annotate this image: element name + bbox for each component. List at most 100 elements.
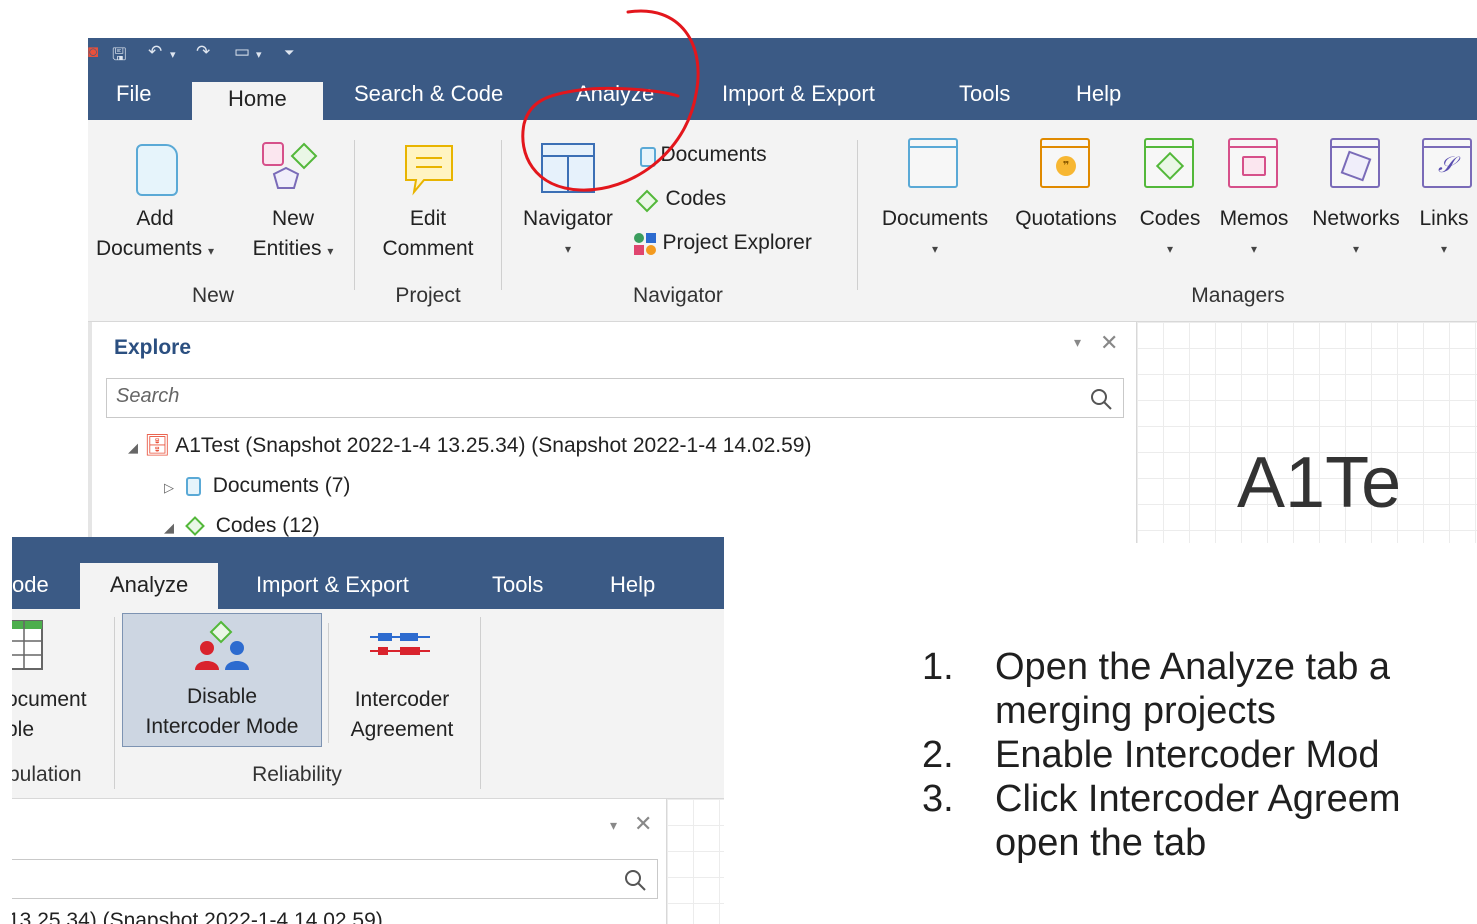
search-placeholder: Search bbox=[116, 385, 180, 407]
intercoder-agreement-icon bbox=[370, 633, 430, 655]
ribbon-tab-row: ode Analyze Import & Export Tools Help bbox=[12, 537, 724, 609]
document-table-label-1: ocument bbox=[12, 688, 87, 711]
save-icon[interactable]: 🖫 bbox=[112, 42, 126, 64]
group-divider bbox=[480, 617, 481, 789]
documents-manager-button[interactable]: Documents ▾ bbox=[872, 204, 998, 264]
group-divider bbox=[354, 140, 355, 290]
nav-project-explorer-label: Project Explorer bbox=[662, 231, 812, 254]
chevron-down-icon: ▾ bbox=[1440, 242, 1448, 256]
redo-icon[interactable]: ↷ bbox=[196, 42, 210, 64]
links-manager-label: Links bbox=[1419, 207, 1469, 230]
step-text-line: Click Intercoder Agreem bbox=[995, 778, 1401, 820]
tab-tools[interactable]: Tools bbox=[959, 68, 1010, 120]
new-entities-icon bbox=[262, 142, 318, 189]
step-number: 1. bbox=[922, 646, 954, 688]
tree-item-codes[interactable]: ◢ Codes (12) bbox=[164, 514, 320, 538]
group-label-new: New bbox=[191, 284, 234, 307]
search-icon[interactable] bbox=[1089, 387, 1113, 411]
codes-manager-button[interactable]: Codes ▾ bbox=[1134, 204, 1206, 264]
new-entities-button[interactable]: New Entities ▾ bbox=[238, 204, 348, 266]
group-divider bbox=[857, 140, 858, 290]
tree-item-codes-label: Codes (12) bbox=[215, 514, 320, 537]
explore-panel: Explore ▾ ✕ Search ◢ 🗄 A1Test (Snapshot … bbox=[88, 322, 1136, 543]
memos-manager-icon bbox=[1228, 138, 1278, 188]
step-number: 2. bbox=[922, 734, 954, 776]
intercoder-agreement-button[interactable]: Intercoder Agreement bbox=[338, 685, 466, 745]
group-label-reliability: Reliability bbox=[252, 763, 342, 786]
tab-search-code-partial[interactable]: ode bbox=[12, 537, 49, 609]
step-number: 3. bbox=[922, 778, 954, 820]
tree-item-project[interactable]: ◢ 🗄 A1Test (Snapshot 2022-1-4 13.25.34) … bbox=[128, 434, 811, 458]
tab-import-export[interactable]: Import & Export bbox=[722, 68, 875, 120]
tab-search-code[interactable]: Search & Code bbox=[354, 68, 503, 120]
disable-intercoder-mode-button[interactable]: Disable Intercoder Mode bbox=[122, 613, 322, 747]
expanded-triangle-icon[interactable]: ◢ bbox=[164, 520, 174, 535]
collapsed-triangle-icon[interactable]: ▷ bbox=[164, 480, 174, 495]
edit-comment-button[interactable]: Edit Comment bbox=[368, 204, 488, 264]
chevron-down-icon: ▾ bbox=[1166, 242, 1174, 256]
chevron-down-icon: ▾ bbox=[1352, 242, 1360, 256]
group-divider bbox=[501, 140, 502, 290]
step-text-line: Enable Intercoder Mod bbox=[995, 734, 1380, 776]
bottom-screenshot: ode Analyze Import & Export Tools Help o… bbox=[12, 537, 724, 924]
navigator-label: Navigator bbox=[523, 207, 613, 230]
document-table-label-2: ble bbox=[12, 718, 35, 741]
add-documents-button[interactable]: Add Documents ▾ bbox=[90, 204, 220, 266]
add-documents-icon bbox=[136, 144, 178, 196]
tab-home[interactable]: Home bbox=[192, 82, 323, 120]
networks-manager-button[interactable]: Networks ▾ bbox=[1304, 204, 1408, 264]
edit-comment-label-2: Comment bbox=[382, 237, 474, 260]
tab-import-export[interactable]: Import & Export bbox=[256, 537, 409, 609]
project-explorer-icon bbox=[634, 232, 658, 257]
disable-intercoder-label-1: Disable bbox=[186, 685, 258, 708]
instructions-list: 1. Open the Analyze tab a merging projec… bbox=[922, 628, 1477, 924]
tab-help[interactable]: Help bbox=[1076, 68, 1121, 120]
close-icon[interactable]: ✕ bbox=[1100, 330, 1118, 356]
tab-help[interactable]: Help bbox=[610, 537, 655, 609]
memos-manager-label: Memos bbox=[1219, 207, 1289, 230]
tree-item-project-partial: 13.25.34) (Snapshot 2022-1-4 14.02.59) bbox=[12, 909, 383, 924]
app-logo-icon: ◙ bbox=[88, 42, 99, 61]
undo-icon[interactable]: ↶ bbox=[148, 42, 162, 64]
customize-toolbar-icon[interactable]: ⏷ bbox=[284, 45, 294, 67]
document-table-button[interactable]: ocument ble bbox=[12, 685, 87, 745]
tab-file[interactable]: File bbox=[116, 68, 151, 120]
network-canvas[interactable]: A1Te bbox=[1136, 322, 1477, 543]
tab-analyze[interactable]: Analyze bbox=[80, 563, 219, 609]
nav-project-explorer-button[interactable]: Project Explorer bbox=[634, 228, 812, 258]
search-input[interactable]: Search bbox=[106, 378, 1124, 418]
links-manager-button[interactable]: Links ▾ bbox=[1414, 204, 1474, 264]
red-annotation-circle bbox=[521, 9, 700, 192]
panel-menu-icon[interactable]: ▾ bbox=[610, 817, 617, 834]
intercoder-agreement-label-1: Intercoder bbox=[354, 688, 450, 711]
ribbon-tab-row: File Home Search & Code Analyze Import &… bbox=[88, 68, 1477, 120]
code-diamond-icon bbox=[184, 516, 205, 537]
expanded-triangle-icon[interactable]: ◢ bbox=[128, 440, 138, 455]
tree-item-documents-label: Documents (7) bbox=[212, 474, 351, 497]
group-label-project: Project bbox=[395, 284, 461, 307]
new-entities-label-1: New bbox=[271, 207, 314, 230]
memos-manager-button[interactable]: Memos ▾ bbox=[1212, 204, 1296, 264]
documents-manager-icon bbox=[908, 138, 958, 188]
disable-intercoder-label-2: Intercoder Mode bbox=[145, 715, 299, 738]
tree-item-documents[interactable]: ▷ Documents (7) bbox=[164, 474, 350, 498]
close-icon[interactable]: ✕ bbox=[634, 811, 652, 837]
undo-dropdown-icon[interactable]: ▾ bbox=[170, 48, 176, 70]
chevron-down-icon: ▾ bbox=[327, 244, 334, 258]
navigator-button[interactable]: Navigator ▾ bbox=[508, 204, 628, 264]
add-documents-label-1: Add bbox=[136, 207, 174, 230]
explore-title: Explore bbox=[114, 336, 192, 359]
quotations-manager-button[interactable]: Quotations bbox=[1004, 204, 1128, 234]
step-text-line: merging projects bbox=[995, 690, 1276, 732]
canvas-title: A1Te bbox=[1237, 443, 1402, 523]
search-icon[interactable] bbox=[623, 868, 647, 892]
window-layout-icon[interactable]: ▭ bbox=[234, 42, 250, 64]
intercoder-agreement-label-2: Agreement bbox=[350, 718, 454, 741]
layout-dropdown-icon[interactable]: ▾ bbox=[256, 48, 262, 70]
button-divider bbox=[328, 623, 329, 743]
top-screenshot: ◙ 🖫 ↶ ▾ ↷ ▭ ▾ ⏷ File Home Search & Code … bbox=[88, 38, 1477, 543]
tree-item-project-label: A1Test (Snapshot 2022-1-4 13.25.34) (Sna… bbox=[175, 434, 812, 457]
panel-menu-icon[interactable]: ▾ bbox=[1074, 334, 1081, 351]
tab-tools[interactable]: Tools bbox=[492, 537, 543, 609]
search-input[interactable] bbox=[12, 859, 658, 899]
